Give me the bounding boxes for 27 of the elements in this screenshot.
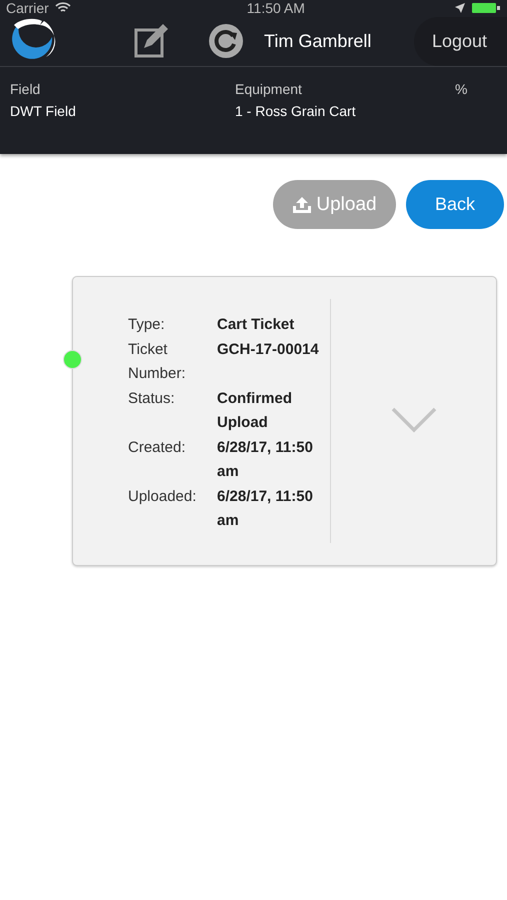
field-value: 6/28/17, 11:50 am bbox=[217, 486, 314, 531]
logout-button[interactable]: Logout bbox=[414, 16, 507, 66]
carrier-label: Carrier bbox=[6, 0, 49, 16]
field-value: Cart Ticket bbox=[217, 315, 296, 335]
user-name: Tim Gambrell bbox=[264, 30, 372, 52]
field-label: Status: bbox=[128, 388, 176, 408]
column-label: % bbox=[455, 81, 468, 97]
field-label: Ticket Number: bbox=[128, 340, 187, 384]
battery-icon bbox=[471, 2, 501, 14]
ticket-card[interactable]: Type: Cart Ticket Ticket Number: GCH-17-00014 Status: Confirmed Upload Created: 6/28/17, 11:50 am Uploaded: 6/28/17, 11:50 am bbox=[72, 276, 497, 566]
field-label: Uploaded: bbox=[128, 486, 198, 506]
wifi-icon bbox=[54, 2, 71, 14]
edit-icon[interactable] bbox=[134, 24, 170, 58]
field-label: Type: bbox=[128, 315, 166, 335]
field-value: 6/28/17, 11:50 am bbox=[217, 438, 314, 482]
back-button[interactable]: Back bbox=[406, 180, 504, 229]
clock-time: 11:50 AM bbox=[246, 0, 305, 16]
location-arrow-icon bbox=[455, 3, 465, 13]
refresh-icon[interactable] bbox=[208, 23, 244, 59]
column-label: Equipment bbox=[235, 81, 303, 97]
column-value: DWT Field bbox=[10, 103, 77, 119]
column-label: Field bbox=[10, 81, 42, 97]
field-label: Created: bbox=[128, 438, 187, 458]
column-value: 1 - Ross Grain Cart bbox=[235, 103, 357, 119]
upload-icon bbox=[292, 196, 312, 214]
field-value: Confirmed Upload bbox=[217, 388, 293, 433]
field-value: GCH-17-00014 bbox=[217, 340, 320, 360]
